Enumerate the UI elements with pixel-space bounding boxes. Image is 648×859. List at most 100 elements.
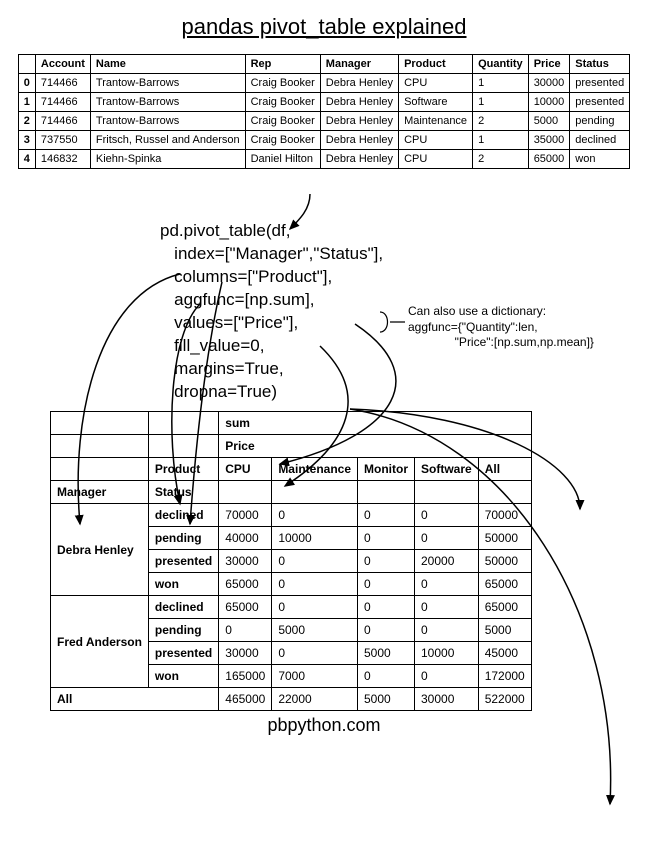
source-data-cell: declined xyxy=(570,131,630,150)
source-data-cell: 2 xyxy=(473,150,529,169)
source-data-cell: Craig Booker xyxy=(245,93,320,112)
source-data-cell: Debra Henley xyxy=(320,112,398,131)
source-data-cell: presented xyxy=(570,93,630,112)
source-data-cell: pending xyxy=(570,112,630,131)
source-index-cell: 0 xyxy=(18,74,35,93)
source-data-cell: Software xyxy=(399,93,473,112)
pivot-blank xyxy=(51,412,149,435)
source-index-cell: 2 xyxy=(18,112,35,131)
source-data-cell: Trantow-Barrows xyxy=(90,112,245,131)
pivot-result-table: sumPriceProductCPUMaintenanceMonitorSoft… xyxy=(50,411,532,711)
source-data-cell: 5000 xyxy=(528,112,570,131)
code-line: aggfunc=[np.sum], xyxy=(160,290,315,309)
pivot-value-cell: 0 xyxy=(358,573,415,596)
source-index-cell: 3 xyxy=(18,131,35,150)
source-data-cell: 65000 xyxy=(528,150,570,169)
source-data-cell: Debra Henley xyxy=(320,131,398,150)
pivot-aggfunc-header: sum xyxy=(219,412,531,435)
pivot-value-cell: 165000 xyxy=(219,665,272,688)
source-data-cell: Debra Henley xyxy=(320,150,398,169)
pivot-value-cell: 5000 xyxy=(272,619,358,642)
pivot-value-cell: 50000 xyxy=(478,550,531,573)
source-data-cell: 737550 xyxy=(35,131,90,150)
source-data-cell: 1 xyxy=(473,93,529,112)
pivot-cell xyxy=(219,481,272,504)
pivot-blank xyxy=(148,435,218,458)
pivot-value-cell: 7000 xyxy=(272,665,358,688)
source-header-cell: Name xyxy=(90,55,245,74)
source-data-cell: Trantow-Barrows xyxy=(90,93,245,112)
source-data-cell: Trantow-Barrows xyxy=(90,74,245,93)
pivot-value-cell: 40000 xyxy=(219,527,272,550)
pivot-product-header: Maintenance xyxy=(272,458,358,481)
pivot-value-cell: 10000 xyxy=(415,642,479,665)
pivot-value-cell: 0 xyxy=(358,504,415,527)
pivot-cell xyxy=(358,481,415,504)
pivot-value-cell: 0 xyxy=(415,665,479,688)
pivot-manager-label: Manager xyxy=(51,481,149,504)
source-data-cell: presented xyxy=(570,74,630,93)
pivot-value-cell: 0 xyxy=(358,550,415,573)
pivot-value-cell: 45000 xyxy=(478,642,531,665)
pivot-total-cell: 5000 xyxy=(358,688,415,711)
pivot-value-cell: 20000 xyxy=(415,550,479,573)
pivot-total-cell: 522000 xyxy=(478,688,531,711)
pivot-value-cell: 0 xyxy=(272,550,358,573)
pivot-value-cell: 5000 xyxy=(478,619,531,642)
pivot-total-cell: 22000 xyxy=(272,688,358,711)
pivot-total-cell: 30000 xyxy=(415,688,479,711)
source-data-cell: Craig Booker xyxy=(245,112,320,131)
pivot-value-cell: 0 xyxy=(272,504,358,527)
pivot-value-cell: 65000 xyxy=(219,573,272,596)
pivot-blank xyxy=(51,435,149,458)
source-index-cell: 1 xyxy=(18,93,35,112)
pivot-product-header: CPU xyxy=(219,458,272,481)
code-line: pd.pivot_table(df, xyxy=(160,221,290,240)
pivot-cell xyxy=(272,481,358,504)
pivot-cell xyxy=(478,481,531,504)
pivot-cell xyxy=(415,481,479,504)
pivot-value-cell: 0 xyxy=(358,596,415,619)
source-data-cell: CPU xyxy=(399,131,473,150)
source-header-cell: Account xyxy=(35,55,90,74)
pivot-value-cell: 172000 xyxy=(478,665,531,688)
pivot-value-cell: 65000 xyxy=(478,596,531,619)
source-data-cell: 146832 xyxy=(35,150,90,169)
source-data-cell: Debra Henley xyxy=(320,93,398,112)
source-data-cell: CPU xyxy=(399,74,473,93)
pivot-status-cell: presented xyxy=(148,642,218,665)
pivot-status-cell: presented xyxy=(148,550,218,573)
source-header-cell: Quantity xyxy=(473,55,529,74)
page-title: pandas pivot_table explained xyxy=(10,14,638,40)
pivot-status-label: Status xyxy=(148,481,218,504)
pivot-value-cell: 0 xyxy=(358,619,415,642)
source-data-cell: Craig Booker xyxy=(245,131,320,150)
pivot-status-cell: pending xyxy=(148,527,218,550)
source-data-cell: Kiehn-Spinka xyxy=(90,150,245,169)
pivot-total-cell: 465000 xyxy=(219,688,272,711)
pivot-value-cell: 0 xyxy=(358,665,415,688)
pivot-status-cell: declined xyxy=(148,504,218,527)
pivot-status-cell: won xyxy=(148,665,218,688)
source-dataframe-table: AccountNameRepManagerProductQuantityPric… xyxy=(18,54,630,169)
source-index-cell: 4 xyxy=(18,150,35,169)
pivot-product-label: Product xyxy=(148,458,218,481)
pivot-product-header: All xyxy=(478,458,531,481)
source-data-cell: Daniel Hilton xyxy=(245,150,320,169)
source-data-cell: 1 xyxy=(473,131,529,150)
pivot-value-cell: 30000 xyxy=(219,642,272,665)
source-data-cell: 10000 xyxy=(528,93,570,112)
pivot-value-cell: 50000 xyxy=(478,527,531,550)
pivot-status-cell: pending xyxy=(148,619,218,642)
pivot-value-cell: 0 xyxy=(415,527,479,550)
source-data-cell: Debra Henley xyxy=(320,74,398,93)
pivot-product-header: Software xyxy=(415,458,479,481)
pivot-value-cell: 65000 xyxy=(478,573,531,596)
pivot-value-cell: 0 xyxy=(272,596,358,619)
pivot-status-cell: declined xyxy=(148,596,218,619)
source-data-cell: Fritsch, Russel and Anderson xyxy=(90,131,245,150)
source-header-cell: Product xyxy=(399,55,473,74)
pivot-value-cell: 0 xyxy=(272,642,358,665)
pivot-value-cell: 30000 xyxy=(219,550,272,573)
pivot-values-header: Price xyxy=(219,435,531,458)
